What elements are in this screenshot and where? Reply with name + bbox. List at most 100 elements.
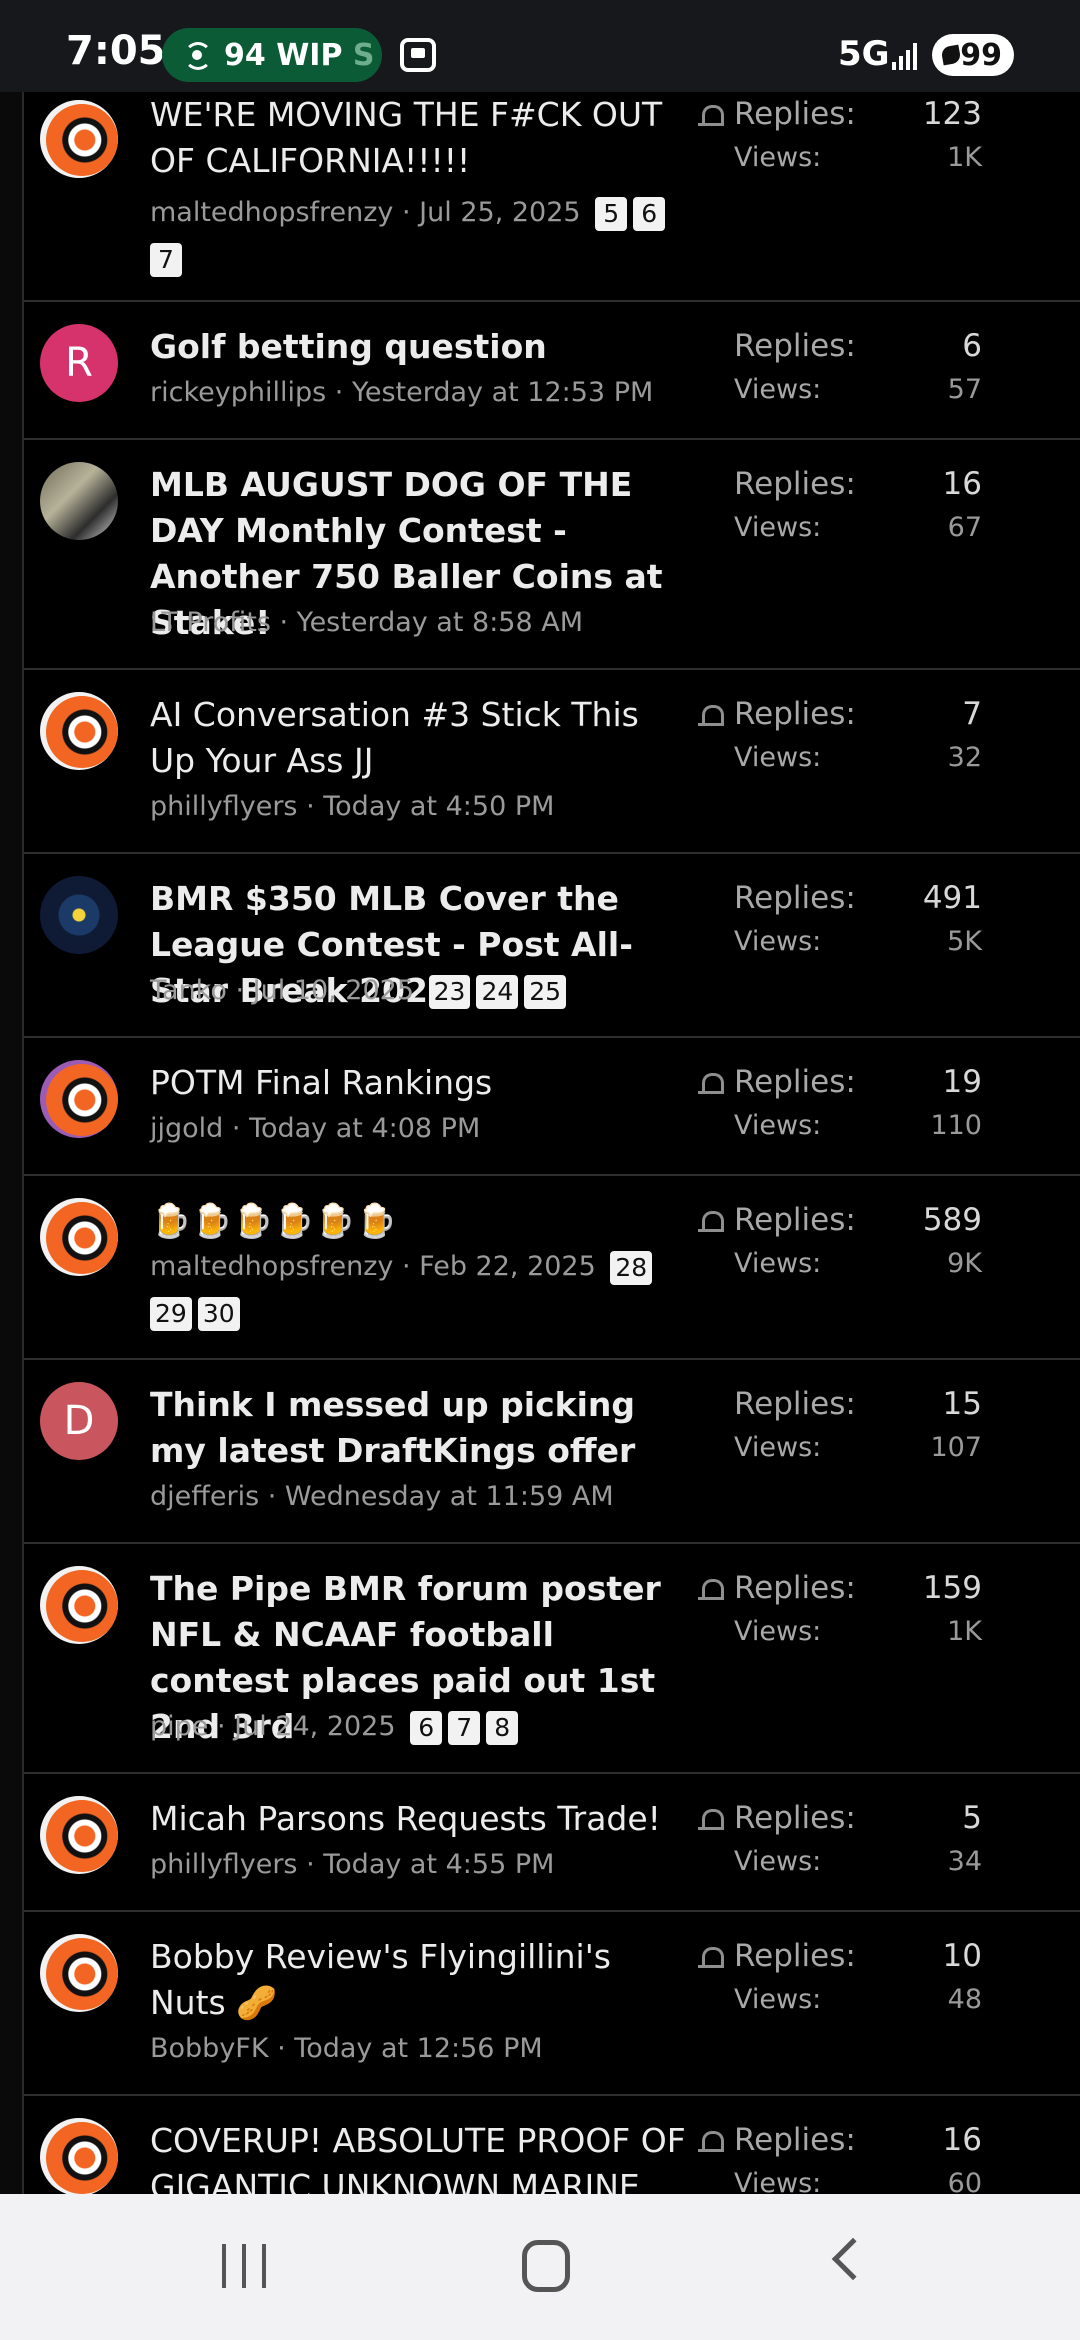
thread-title[interactable]: POTM Final Rankings xyxy=(150,1060,690,1106)
replies-label: Replies: xyxy=(734,466,856,502)
avatar[interactable] xyxy=(40,692,118,770)
page-link[interactable]: 7 xyxy=(448,1710,481,1745)
page-link[interactable]: 29 xyxy=(150,1296,192,1331)
thread-date[interactable]: Feb 22, 2025 xyxy=(419,1251,596,1282)
views-label: Views: xyxy=(734,2168,822,2194)
back-button[interactable] xyxy=(831,2237,875,2281)
thread-date[interactable]: Today at 4:50 PM xyxy=(323,791,554,822)
thread-date[interactable]: Wednesday at 11:59 AM xyxy=(285,1481,614,1512)
bell-icon[interactable] xyxy=(696,702,726,732)
thread-row[interactable]: D Think I messed up picking my latest Dra… xyxy=(24,1360,1080,1544)
recent-apps-button[interactable] xyxy=(222,2244,266,2288)
thread-meta: Tanko · Jul 10, 2025 23 24 25 xyxy=(150,968,710,1014)
bell-icon[interactable] xyxy=(696,1070,726,1100)
views-label: Views: xyxy=(734,1110,822,1141)
views-label: Views: xyxy=(734,1616,822,1647)
views-label: Views: xyxy=(734,512,822,543)
views-count: 57 xyxy=(947,374,982,405)
page-link[interactable]: 30 xyxy=(197,1296,240,1331)
thread-row[interactable]: R Golf betting question rickeyphillips · Y… xyxy=(24,302,1080,440)
page-link[interactable]: 28 xyxy=(610,1250,653,1285)
thread-date[interactable]: Today at 12:56 PM xyxy=(294,2033,542,2064)
views-label: Views: xyxy=(734,142,822,173)
thread-author[interactable]: djefferis xyxy=(150,1481,259,1512)
views-label: Views: xyxy=(734,1846,822,1877)
avatar[interactable] xyxy=(40,1796,118,1874)
bell-icon[interactable] xyxy=(696,1806,726,1836)
avatar[interactable] xyxy=(40,1060,118,1138)
thread-author[interactable]: phillyflyers xyxy=(150,791,298,822)
avatar[interactable] xyxy=(40,1934,118,2012)
bell-icon[interactable] xyxy=(696,2128,726,2158)
thread-author[interactable]: Tanko xyxy=(150,975,227,1006)
thread-meta: maltedhopsfrenzy · Feb 22, 2025 28 29 30 xyxy=(150,1244,710,1336)
thread-title[interactable]: Bobby Review's Flyingillini's Nuts 🥜 xyxy=(150,1934,690,2026)
page-link[interactable]: 25 xyxy=(524,974,567,1009)
thread-title[interactable]: Micah Parsons Requests Trade! xyxy=(150,1796,690,1842)
thread-row[interactable]: The Pipe BMR forum poster NFL & NCAAF fo… xyxy=(24,1544,1080,1774)
avatar[interactable]: R xyxy=(40,324,118,402)
thread-author[interactable]: LT Profits xyxy=(150,607,271,638)
bell-icon[interactable] xyxy=(696,1576,726,1606)
thread-row[interactable]: MLB AUGUST DOG OF THE DAY Monthly Contes… xyxy=(24,440,1080,670)
hotspot-pill[interactable]: 94 WIP S xyxy=(162,28,382,82)
page-link[interactable]: 23 xyxy=(428,974,471,1009)
thread-title[interactable]: 🍺🍺🍺🍺🍺🍺 xyxy=(150,1198,690,1244)
avatar[interactable] xyxy=(40,100,118,178)
views-label: Views: xyxy=(734,1248,822,1279)
avatar[interactable] xyxy=(40,876,118,954)
page-link[interactable]: 7 xyxy=(150,242,182,277)
thread-date[interactable]: Yesterday at 8:58 AM xyxy=(297,607,583,638)
avatar[interactable] xyxy=(40,2118,118,2194)
broadcast-icon xyxy=(180,38,214,72)
avatar[interactable] xyxy=(40,1566,118,1644)
page-link[interactable]: 24 xyxy=(476,974,519,1009)
thread-title[interactable]: AI Conversation #3 Stick This Up Your As… xyxy=(150,692,690,784)
thread-row[interactable]: 🍺🍺🍺🍺🍺🍺 maltedhopsfrenzy · Feb 22, 2025 28… xyxy=(24,1176,1080,1360)
thread-title[interactable]: COVERUP! ABSOLUTE PROOF OF GIGANTIC UNKN… xyxy=(150,2118,690,2194)
hotspot-pill-trail: S xyxy=(352,37,375,73)
thread-row[interactable]: AI Conversation #3 Stick This Up Your As… xyxy=(24,670,1080,854)
page-link[interactable]: 8 xyxy=(486,1710,519,1745)
thread-author[interactable]: jjgold xyxy=(150,1113,223,1144)
thread-row[interactable]: Micah Parsons Requests Trade! phillyflyer… xyxy=(24,1774,1080,1912)
thread-author[interactable]: pipe xyxy=(150,1711,208,1742)
thread-author[interactable]: maltedhopsfrenzy xyxy=(150,1251,393,1282)
thread-author[interactable]: rickeyphillips xyxy=(150,377,326,408)
thread-title[interactable]: WE'RE MOVING THE F#CK OUT OF CALIFORNIA!… xyxy=(150,92,690,184)
thread-author[interactable]: maltedhopsfrenzy xyxy=(150,197,393,228)
bell-icon[interactable] xyxy=(696,1944,726,1974)
thread-date[interactable]: Today at 4:08 PM xyxy=(249,1113,480,1144)
home-button[interactable] xyxy=(522,2240,570,2292)
page-link[interactable]: 6 xyxy=(410,1710,443,1745)
thread-row[interactable]: WE'RE MOVING THE F#CK OUT OF CALIFORNIA!… xyxy=(24,92,1080,302)
thread-date[interactable]: Jul 25, 2025 xyxy=(419,197,580,228)
avatar[interactable]: D xyxy=(40,1382,118,1460)
views-count: 67 xyxy=(947,512,982,543)
avatar[interactable] xyxy=(40,1198,118,1276)
thread-row[interactable]: BMR $350 MLB Cover the League Contest - … xyxy=(24,854,1080,1038)
page-link[interactable]: 6 xyxy=(633,196,666,231)
thread-row[interactable]: COVERUP! ABSOLUTE PROOF OF GIGANTIC UNKN… xyxy=(24,2096,1080,2194)
system-nav-bar xyxy=(0,2194,1080,2340)
thread-title[interactable]: Think I messed up picking my latest Draf… xyxy=(150,1382,690,1474)
thread-row[interactable]: POTM Final Rankings jjgold · Today at 4:0… xyxy=(24,1038,1080,1176)
views-count: 1K xyxy=(947,142,982,173)
avatar[interactable] xyxy=(40,462,118,540)
views-count: 5K xyxy=(947,926,982,957)
bell-icon[interactable] xyxy=(696,102,726,132)
thread-title[interactable]: Golf betting question xyxy=(150,324,690,370)
thread-date[interactable]: Jul 10, 2025 xyxy=(253,975,414,1006)
thread-date[interactable]: Yesterday at 12:53 PM xyxy=(352,377,653,408)
thread-date[interactable]: Jul 24, 2025 xyxy=(234,1711,395,1742)
bell-icon[interactable] xyxy=(696,1208,726,1238)
screenshot-icon xyxy=(400,38,436,72)
page-link[interactable]: 5 xyxy=(595,196,628,231)
views-count: 32 xyxy=(947,742,982,773)
replies-label: Replies: xyxy=(734,1064,856,1100)
views-label: Views: xyxy=(734,926,822,957)
thread-date[interactable]: Today at 4:55 PM xyxy=(323,1849,554,1880)
thread-row[interactable]: Bobby Review's Flyingillini's Nuts 🥜 Bobb… xyxy=(24,1912,1080,2096)
thread-author[interactable]: phillyflyers xyxy=(150,1849,298,1880)
thread-author[interactable]: BobbyFK xyxy=(150,2033,269,2064)
